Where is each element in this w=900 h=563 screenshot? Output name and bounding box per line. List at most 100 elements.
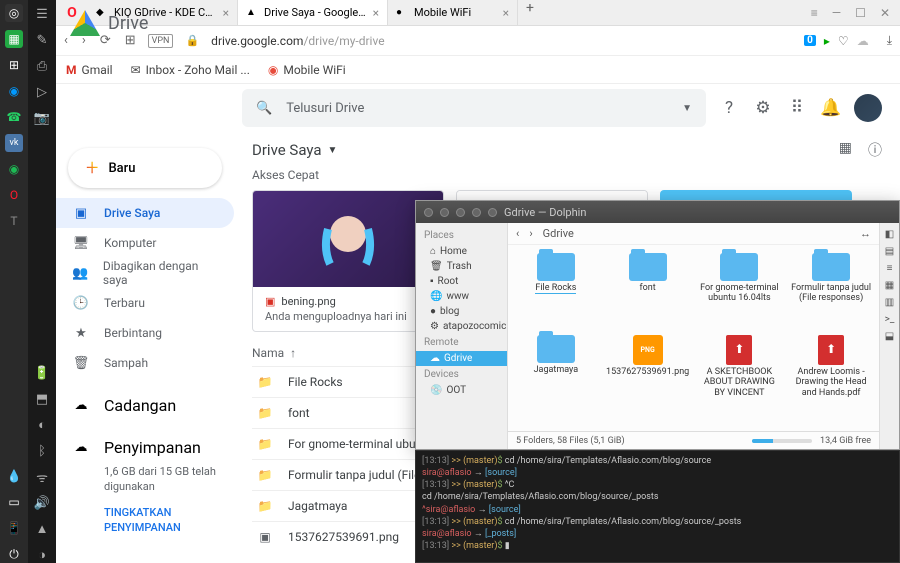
window-dot-icon[interactable] bbox=[440, 208, 449, 217]
dock2-icon[interactable]: ◑ bbox=[34, 547, 50, 563]
close-icon[interactable]: × bbox=[373, 6, 379, 20]
close-icon[interactable]: ✕ bbox=[880, 6, 890, 20]
extension-icon[interactable]: ▸ bbox=[824, 34, 830, 48]
panel-icon[interactable]: >_ bbox=[885, 314, 895, 325]
file-item[interactable]: ⬆A SKETCHBOOK ABOUT DRAWING BY VINCENT bbox=[696, 333, 784, 425]
apps-grid-icon[interactable]: ⠿ bbox=[786, 97, 808, 119]
search-input[interactable]: 🔍Telusuri Drive▼ bbox=[242, 89, 706, 127]
panel-icon[interactable]: ▥ bbox=[885, 297, 894, 308]
back-icon[interactable]: ‹ bbox=[516, 227, 519, 240]
address-field[interactable]: drive.google.com/drive/my-drive bbox=[211, 34, 792, 48]
file-item[interactable]: Jagatmaya bbox=[512, 333, 600, 425]
dock2-icon[interactable]: 🔋 bbox=[34, 365, 50, 381]
sidebar-backup[interactable]: ☁Cadangan bbox=[56, 390, 234, 420]
lock-icon[interactable]: 🔒 bbox=[185, 34, 199, 47]
sidebar-item[interactable]: 🗑Sampah bbox=[56, 348, 234, 378]
panel-icon[interactable]: ▦ bbox=[885, 280, 894, 291]
file-item[interactable]: Formulir tanpa judul (File responses) bbox=[787, 251, 875, 331]
dock-app-icon[interactable]: 📱 bbox=[5, 519, 23, 537]
split-icon[interactable]: ↔ bbox=[860, 227, 871, 240]
bookmark-gmail[interactable]: MGmail bbox=[66, 63, 113, 77]
sidebar-item[interactable]: 👥Dibagikan dengan saya bbox=[56, 258, 234, 288]
dock-app-icon[interactable]: ◉ bbox=[5, 82, 23, 100]
drive-logo[interactable]: Drive bbox=[56, 10, 148, 36]
place-item[interactable]: ⚙atapozocomic bbox=[416, 319, 507, 334]
dock2-icon[interactable]: ᛒ bbox=[34, 443, 50, 459]
panel-icon[interactable]: ⬓ bbox=[885, 331, 894, 342]
window-dot-icon[interactable] bbox=[488, 208, 497, 217]
new-button[interactable]: +Baru bbox=[68, 148, 222, 188]
sidebar-item[interactable]: ★Berbintang bbox=[56, 318, 234, 348]
file-item[interactable]: font bbox=[604, 251, 692, 331]
panel-icon[interactable]: ≡ bbox=[887, 263, 893, 274]
panel-icon[interactable]: ▤ bbox=[885, 246, 894, 257]
maximize-icon[interactable]: ☐ bbox=[855, 6, 866, 20]
grid-view-icon[interactable]: ▦ bbox=[839, 140, 852, 160]
chevron-down-icon[interactable]: ▼ bbox=[682, 103, 692, 114]
file-item[interactable]: For gnome-terminal ubuntu 16.04lts bbox=[696, 251, 784, 331]
vpn-badge[interactable]: VPN bbox=[148, 34, 174, 48]
place-item[interactable]: 💿OOT bbox=[416, 383, 507, 398]
sidebar-item[interactable]: 🕒Terbaru bbox=[56, 288, 234, 318]
dock-app-icon[interactable]: T bbox=[5, 212, 23, 230]
tab-drive[interactable]: ▲Drive Saya - Google Dri...× bbox=[238, 0, 388, 25]
close-icon[interactable]: × bbox=[503, 6, 509, 20]
terminal-panel[interactable]: [13:13] >> (master)$ cd /home/sira/Templ… bbox=[415, 450, 900, 563]
window-dot-icon[interactable] bbox=[456, 208, 465, 217]
dock2-icon[interactable]: ▷ bbox=[34, 84, 50, 100]
dock2-icon[interactable]: ☰ bbox=[34, 6, 50, 22]
close-icon[interactable]: × bbox=[223, 6, 229, 20]
place-item[interactable]: 🌐www bbox=[416, 289, 507, 304]
sidebar-storage[interactable]: ☁Penyimpanan bbox=[56, 432, 234, 462]
dock-app-icon[interactable]: ▦ bbox=[5, 30, 23, 48]
dock-app-icon[interactable]: ☎ bbox=[5, 108, 23, 126]
crumb-label[interactable]: Gdrive bbox=[543, 227, 574, 240]
extension-icon[interactable]: ☁ bbox=[857, 34, 869, 48]
sidebar-item[interactable]: 🖥Komputer bbox=[56, 228, 234, 258]
dock-app-icon[interactable]: vk bbox=[5, 134, 23, 152]
dock-app-icon[interactable]: ⏻ bbox=[5, 545, 23, 563]
window-dot-icon[interactable] bbox=[472, 208, 481, 217]
gear-icon[interactable]: ⚙ bbox=[752, 97, 774, 119]
help-icon[interactable]: ? bbox=[718, 97, 740, 119]
avatar[interactable] bbox=[854, 94, 882, 122]
dock-app-icon[interactable]: ⊞ bbox=[5, 56, 23, 74]
dock2-icon[interactable]: ▲ bbox=[34, 521, 50, 537]
heart-icon[interactable]: ♡ bbox=[838, 34, 849, 48]
upgrade-storage-link[interactable]: TINGKATKAN PENYIMPANAN bbox=[56, 503, 234, 538]
dock-app-icon[interactable]: O bbox=[5, 186, 23, 204]
dock2-icon[interactable]: ◐ bbox=[34, 417, 50, 433]
forward-icon[interactable]: › bbox=[529, 227, 532, 240]
dock-app-icon[interactable]: ◉ bbox=[5, 160, 23, 178]
breadcrumb[interactable]: Drive Saya▼ ▦ⓘ bbox=[252, 140, 882, 160]
window-dot-icon[interactable] bbox=[424, 208, 433, 217]
dock-app-icon[interactable]: ◎ bbox=[5, 4, 23, 22]
menu-icon[interactable]: ≡ bbox=[811, 6, 818, 20]
tab-wifi[interactable]: ●Mobile WiFi× bbox=[388, 0, 518, 25]
dock-app-icon[interactable]: 💧 bbox=[5, 467, 23, 485]
place-item[interactable]: ⌂Home bbox=[416, 244, 507, 259]
place-item[interactable]: ▪Root bbox=[416, 274, 507, 289]
place-item[interactable]: ☁Gdrive bbox=[416, 351, 507, 366]
bookmark-wifi[interactable]: ◉Mobile WiFi bbox=[268, 63, 346, 77]
place-item[interactable]: ●blog bbox=[416, 304, 507, 319]
notifications-icon[interactable]: 🔔 bbox=[820, 97, 842, 119]
extension-badge[interactable]: 0 bbox=[804, 35, 816, 46]
download-icon[interactable]: ⤓ bbox=[887, 33, 892, 48]
dock2-icon[interactable]: ᯤ bbox=[34, 469, 50, 485]
dock2-icon[interactable]: ✎ bbox=[34, 32, 50, 48]
file-item[interactable]: PNG1537627539691.png bbox=[604, 333, 692, 425]
sidebar-item[interactable]: ▣Drive Saya bbox=[56, 198, 234, 228]
dock2-icon[interactable]: 📷 bbox=[34, 110, 50, 126]
bookmark-zoho[interactable]: ✉Inbox - Zoho Mail ... bbox=[131, 63, 250, 77]
place-item[interactable]: 🗑Trash bbox=[416, 259, 507, 274]
new-tab-button[interactable]: + bbox=[518, 0, 542, 25]
dolphin-titlebar[interactable]: Gdrive — Dolphin bbox=[416, 201, 899, 223]
file-item[interactable]: ⬆Andrew Loomis - Drawing the Head and Ha… bbox=[787, 333, 875, 425]
dock2-icon[interactable]: ⎙ bbox=[34, 58, 50, 74]
dock2-icon[interactable]: ⬒ bbox=[34, 391, 50, 407]
dock-app-icon[interactable]: ▭ bbox=[5, 493, 23, 511]
minimize-icon[interactable]: — bbox=[832, 6, 841, 20]
info-icon[interactable]: ⓘ bbox=[868, 140, 882, 160]
file-item[interactable]: File Rocks bbox=[512, 251, 600, 331]
